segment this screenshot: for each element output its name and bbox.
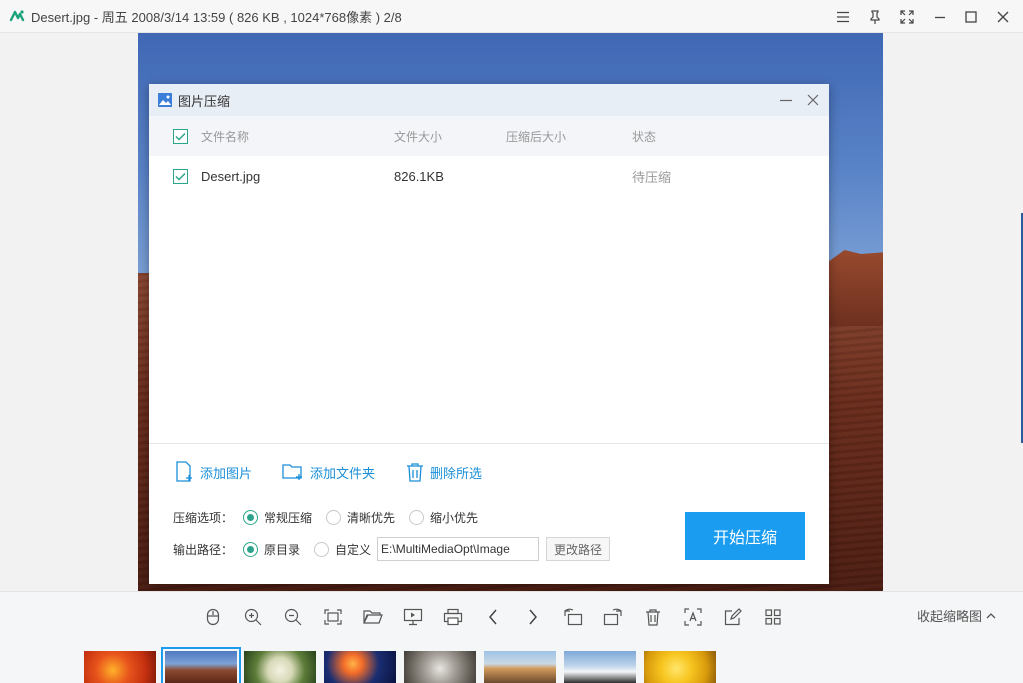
add-image-icon: [176, 461, 192, 482]
fit-window-icon[interactable]: [320, 604, 346, 630]
collapse-thumbnails-label: 收起缩略图: [917, 609, 983, 624]
thumbnail-penguins[interactable]: [564, 651, 636, 683]
table-row[interactable]: Desert.jpg 826.1KB 待压缩: [149, 156, 829, 196]
menu-icon[interactable]: [827, 0, 859, 33]
row-status: 待压缩: [632, 169, 672, 185]
column-compressed-size[interactable]: 压缩后大小: [506, 116, 566, 156]
add-folder-button[interactable]: 添加文件夹: [282, 456, 375, 488]
start-compress-button[interactable]: 开始压缩: [685, 512, 805, 560]
fullscreen-icon[interactable]: [891, 0, 923, 33]
column-size[interactable]: 文件大小: [394, 116, 442, 156]
thumbnail-strip: [0, 641, 1023, 683]
thumbnail-chrysanthemum[interactable]: [84, 651, 156, 683]
output-path-row: 输出路径： 原目录 自定义 更改路径: [173, 537, 611, 561]
add-folder-label: 添加文件夹: [310, 465, 376, 481]
change-path-button[interactable]: 更改路径: [546, 537, 611, 561]
radio-size-first-dot[interactable]: [409, 509, 425, 525]
thumbnail-jellyfish[interactable]: [324, 651, 396, 683]
rotate-right-icon[interactable]: [600, 604, 626, 630]
radio-custom-dir[interactable]: 自定义: [314, 541, 371, 558]
row-file-size: 826.1KB: [394, 168, 444, 184]
trash-icon: [407, 463, 423, 482]
radio-clarity-first-dot[interactable]: [326, 509, 342, 525]
open-folder-icon[interactable]: [360, 604, 386, 630]
thumbnail-tulips[interactable]: [644, 651, 716, 683]
add-image-label: 添加图片: [200, 465, 253, 481]
compress-options-label: 压缩选项：: [173, 510, 234, 525]
output-path-input[interactable]: [377, 537, 540, 561]
radio-original-dir-dot[interactable]: [243, 541, 258, 557]
close-icon[interactable]: [987, 0, 1019, 33]
row-file-name: Desert.jpg: [201, 168, 261, 184]
zoom-out-icon[interactable]: [280, 604, 306, 630]
select-all-checkbox[interactable]: [173, 128, 188, 144]
radio-clarity-first[interactable]: 清晰优先: [326, 509, 395, 526]
thumbnail-hydrangeas[interactable]: [244, 651, 316, 683]
zoom-in-icon[interactable]: [240, 604, 266, 630]
radio-clarity-first-label: 清晰优先: [347, 510, 396, 525]
dialog-title: 图片压缩: [178, 93, 231, 109]
radio-original-dir[interactable]: 原目录: [243, 541, 300, 558]
minimize-icon[interactable]: [924, 0, 956, 33]
thumbnail-lighthouse[interactable]: [484, 651, 556, 683]
select-all-checkbox-cell: [173, 116, 188, 156]
radio-normal-compress-dot[interactable]: [243, 509, 258, 525]
app-logo-icon: [9, 8, 25, 24]
dialog-title-bar: 图片压缩: [149, 84, 829, 116]
radio-normal-compress[interactable]: 常规压缩: [243, 509, 312, 526]
column-name[interactable]: 文件名称: [201, 116, 249, 156]
file-list: Desert.jpg 826.1KB 待压缩: [149, 156, 829, 444]
radio-custom-dir-label: 自定义: [335, 542, 372, 557]
dialog-minimize-icon[interactable]: [773, 84, 799, 116]
compress-options-row: 压缩选项： 常规压缩 清晰优先 缩小优先: [173, 505, 492, 529]
radio-size-first-label: 缩小优先: [430, 510, 479, 525]
slideshow-icon[interactable]: [400, 604, 426, 630]
delete-selected-button[interactable]: 删除所选: [406, 456, 482, 488]
output-path-label: 输出路径：: [173, 542, 234, 557]
add-folder-icon: [282, 464, 302, 480]
image-compress-icon: [157, 92, 173, 108]
thumbnail-koala[interactable]: [404, 651, 476, 683]
desert-butte: [828, 250, 883, 326]
mouse-icon[interactable]: [200, 604, 226, 630]
chevron-up-icon: [986, 612, 996, 618]
ocr-icon[interactable]: [680, 604, 706, 630]
add-image-button[interactable]: 添加图片: [174, 456, 252, 488]
collapse-thumbnails-button[interactable]: 收起缩略图: [917, 606, 996, 625]
print-icon[interactable]: [440, 604, 466, 630]
title-bar: Desert.jpg - 周五 2008/3/14 13:59 ( 826 KB…: [0, 0, 1023, 33]
rotate-left-icon[interactable]: [560, 604, 586, 630]
column-status[interactable]: 状态: [632, 116, 656, 156]
window-title: Desert.jpg - 周五 2008/3/14 13:59 ( 826 KB…: [31, 9, 402, 25]
grid-icon[interactable]: [760, 604, 786, 630]
previous-icon[interactable]: [480, 604, 506, 630]
maximize-icon[interactable]: [955, 0, 987, 33]
file-actions: 添加图片 添加文件夹 删除所选: [149, 456, 829, 488]
bottom-toolbar: 收起缩略图: [0, 591, 1023, 641]
delete-selected-label: 删除所选: [430, 465, 483, 481]
dialog-close-icon[interactable]: [800, 84, 826, 116]
table-header: 文件名称 文件大小 压缩后大小 状态: [149, 116, 829, 156]
thumbnail-desert[interactable]: [161, 647, 241, 683]
radio-original-dir-label: 原目录: [264, 542, 301, 557]
radio-normal-compress-label: 常规压缩: [264, 510, 313, 525]
next-icon[interactable]: [520, 604, 546, 630]
radio-size-first[interactable]: 缩小优先: [409, 509, 478, 526]
radio-custom-dir-dot[interactable]: [314, 541, 330, 557]
row-checkbox-cell: [173, 156, 188, 196]
pin-icon[interactable]: [859, 0, 891, 33]
edit-icon[interactable]: [720, 604, 746, 630]
row-checkbox[interactable]: [173, 168, 188, 184]
compress-dialog: 图片压缩 文件名称 文件大小 压缩后大小 状态 Desert.jpg 826.1…: [149, 84, 829, 584]
delete-icon[interactable]: [640, 604, 666, 630]
